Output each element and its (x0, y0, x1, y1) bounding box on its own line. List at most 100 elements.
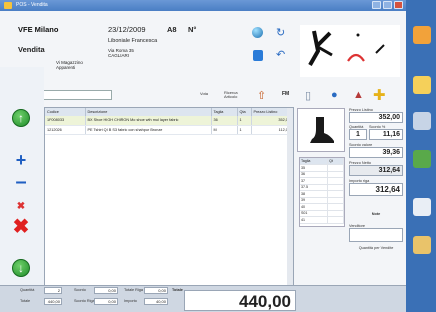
sizes-grid[interactable]: Taglia Qt 35 36 37 37.5 38 39 40 S01 41 (299, 157, 345, 227)
toolbar-label-vota[interactable]: Vota (200, 91, 208, 96)
cell-qty: 1 (237, 125, 252, 135)
right-sidebar (406, 0, 436, 312)
mode-title: Vendita (18, 45, 45, 54)
action-toolbar: Vota Ricerca Articolo ⇧ FM (10, 89, 298, 103)
window-controls (372, 1, 403, 9)
tools-icon[interactable] (413, 236, 431, 254)
col-size[interactable]: Taglia (211, 108, 238, 116)
grid-scrollbar[interactable] (287, 108, 293, 294)
delete-icon[interactable]: ✖ (12, 216, 30, 238)
home-icon[interactable]: ⇧ (257, 89, 266, 102)
table-row[interactable]: 1212026 PE Tshirt QI B S3 fabric con sha… (45, 125, 293, 135)
maximize-button[interactable] (383, 1, 392, 9)
cell-code: 1212026 (45, 125, 86, 135)
items-table: Codice Descrizione Taglia Qta Prezzo Lis… (45, 108, 293, 135)
size-row[interactable]: 41 (300, 216, 344, 224)
row-disc-label: Sconto Riga (74, 299, 95, 303)
document-number-label: N° (188, 25, 197, 34)
tot-label: Totale (20, 299, 31, 303)
net-price-field[interactable]: 312,64 (349, 165, 403, 176)
globe-icon[interactable] (252, 27, 263, 38)
items-grid[interactable]: Codice Descrizione Taglia Qta Prezzo Lis… (44, 107, 294, 295)
delete-small-icon[interactable]: ✖ (12, 197, 30, 215)
customer-block[interactable]: Liboniale Francesca Via Roma 35 CAGLIARI (108, 38, 157, 58)
grand-total-label: Totale (172, 288, 183, 292)
row-total-bar-label: Totale Riga (124, 288, 143, 292)
window-titlebar: POS - Vendita (0, 0, 406, 11)
seller-field[interactable] (349, 228, 403, 242)
undo-icon[interactable]: ↶ (276, 48, 285, 61)
arrow-down-icon[interactable]: ↓ (12, 259, 30, 277)
sizes-table: Taglia Qt 35 36 37 37.5 38 39 40 S01 41 (300, 158, 344, 224)
row-disc-field[interactable]: 0,00 (94, 298, 118, 305)
user-icon[interactable]: ▲ (353, 89, 364, 101)
row-total-field[interactable]: 312,64 (349, 183, 403, 196)
discount-value-field[interactable]: 39,36 (349, 147, 403, 158)
table-row[interactable]: 1F008033 BX Shoe HIGH CHIRON Mo shoe wth… (45, 116, 293, 126)
customer-name: Liboniale Francesca (108, 38, 158, 44)
shoe-icon (310, 117, 334, 143)
size-value: 41 (300, 216, 329, 224)
save-icon[interactable] (253, 50, 263, 61)
qty-field[interactable]: 1 (349, 129, 367, 140)
phone-icon[interactable]: ▯ (305, 89, 311, 102)
customer-city: CAGLIARI (108, 53, 130, 58)
warehouse-label: Vi Magazzino Apparenti (56, 60, 83, 70)
qty-discount-row: Quantità 1 Sconto % 11,16 (349, 125, 403, 140)
cell-description: PE Tshirt QI B S3 fabric con shahpur Bro… (85, 125, 212, 135)
product-image (297, 108, 345, 152)
glasses-icon[interactable] (413, 112, 431, 130)
disc-label: Sconto (74, 288, 86, 292)
discount-group: Sconto % 11,16 (369, 125, 403, 140)
col-description[interactable]: Descrizione (85, 108, 212, 116)
amount-label: Importo (124, 299, 137, 303)
grand-total-field: 440,00 (184, 290, 296, 311)
right-icon-row: ▯ ● ▲ ✚ (305, 86, 405, 104)
disc-field[interactable]: 0,00 (94, 287, 118, 294)
row-total-bar-field[interactable]: 0,00 (144, 287, 168, 294)
table-header: Codice Descrizione Taglia Qta Prezzo Lis… (45, 108, 293, 116)
mail-icon[interactable] (413, 198, 431, 216)
window-title: POS - Vendita (16, 2, 48, 8)
cell-size: M (211, 125, 238, 135)
people-icon[interactable]: ● (331, 89, 338, 101)
arrow-up-icon[interactable]: ↑ (12, 109, 30, 127)
cell-size: 36 (211, 116, 238, 126)
pos-window: VFE Milano 23/12/2009 A8 N° Vendita Libo… (0, 11, 406, 312)
books-icon[interactable] (413, 150, 431, 168)
tot-field[interactable]: 440,00 (44, 298, 62, 305)
sale-date: 23/12/2009 (108, 25, 146, 34)
price-panel: Prezzo Listino 352,00 Quantità 1 Sconto … (349, 108, 403, 250)
col-code[interactable]: Codice (45, 108, 86, 116)
qty-seller-label[interactable]: Quantità per Vendite (349, 246, 403, 250)
col-qty[interactable]: Qta (237, 108, 252, 116)
size-qty (327, 216, 344, 224)
qty-total-label: Quantità (20, 288, 35, 292)
brand-logo (300, 25, 400, 77)
bag-icon[interactable] (413, 26, 431, 44)
qty-total-field[interactable]: 2 (44, 287, 62, 294)
cell-code: 1F008033 (45, 116, 86, 126)
list-price-field[interactable]: 352,00 (349, 112, 403, 123)
notes-label[interactable]: Note (349, 212, 403, 216)
qty-group: Quantità 1 (349, 125, 367, 140)
toolbar-label-search[interactable]: Ricerca Articolo (224, 91, 246, 99)
minus-icon[interactable]: – (12, 171, 30, 193)
register-code: A8 (167, 25, 177, 34)
customer-address: Via Roma 35 CAGLIARI (108, 48, 157, 58)
store-name: VFE Milano (18, 25, 59, 34)
close-button[interactable] (394, 1, 403, 9)
barcode-input[interactable] (42, 90, 112, 100)
left-toolbar: ↑ + – ✖ ✖ ↓ (0, 67, 44, 297)
minimize-button[interactable] (372, 1, 381, 9)
totals-bar: Quantità 2 Totale 440,00 Sconto 0,00 Sco… (0, 285, 406, 312)
app-icon (4, 2, 12, 9)
add-icon[interactable]: ✚ (373, 86, 386, 104)
folder-icon[interactable] (413, 76, 431, 94)
refresh-icon[interactable]: ↻ (276, 26, 285, 39)
cell-qty: 1 (237, 116, 252, 126)
discount-field[interactable]: 11,16 (369, 129, 403, 140)
amount-field[interactable]: 40,00 (144, 298, 168, 305)
plus-icon[interactable]: + (12, 150, 30, 170)
fm-button[interactable]: FM (282, 91, 289, 97)
